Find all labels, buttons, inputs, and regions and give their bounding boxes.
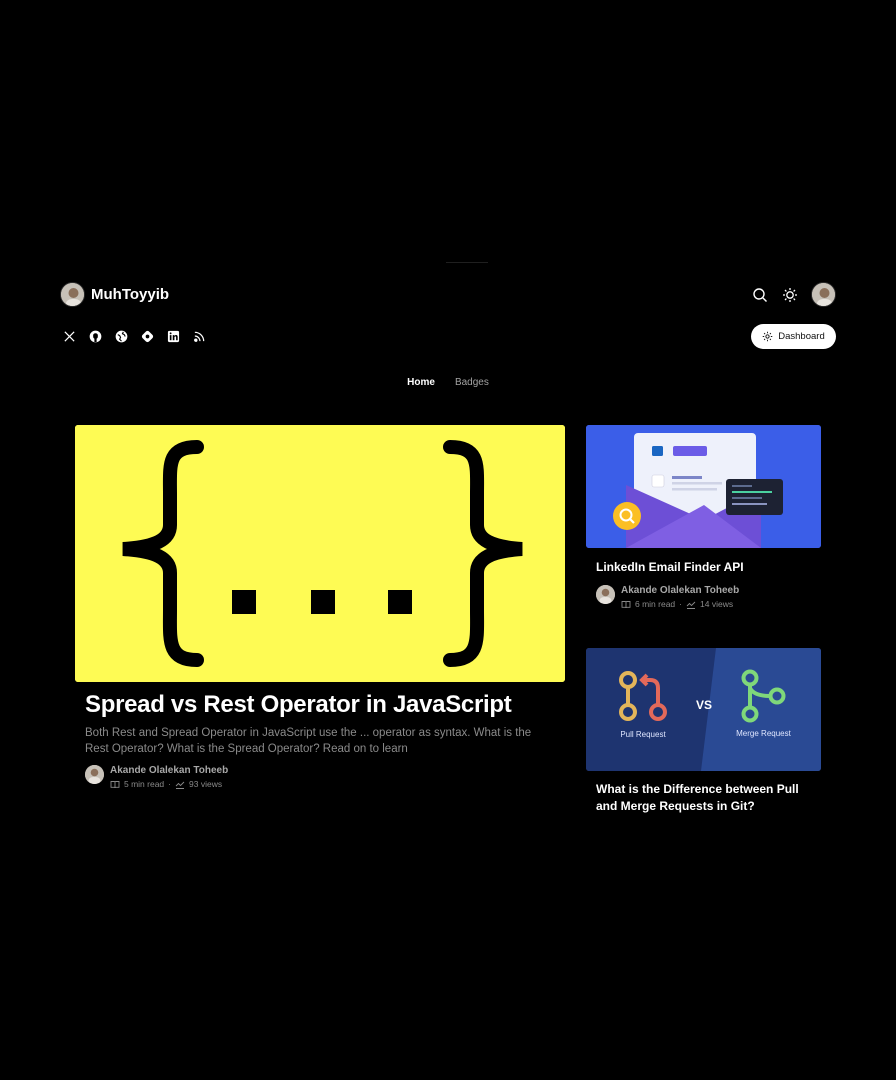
- search-icon[interactable]: [751, 286, 769, 304]
- tab-badges[interactable]: Badges: [455, 377, 489, 388]
- brand[interactable]: MuhToyyib: [60, 282, 169, 307]
- views-icon: [175, 781, 185, 789]
- main-nav: Home Badges: [0, 377, 896, 388]
- dashboard-label: Dashboard: [778, 331, 825, 342]
- top-divider: [446, 262, 488, 263]
- post-title[interactable]: What is the Difference between Pull and …: [596, 781, 806, 815]
- globe-icon[interactable]: [114, 329, 128, 343]
- vs-label: VS: [695, 698, 712, 712]
- dashboard-button[interactable]: Dashboard: [751, 324, 836, 349]
- header-actions: [751, 282, 836, 307]
- x-icon[interactable]: [62, 329, 76, 343]
- rss-icon[interactable]: [192, 329, 206, 343]
- social-links: [62, 329, 206, 343]
- author-name[interactable]: Akande Olalekan Toheeb: [110, 765, 228, 776]
- user-avatar[interactable]: [811, 282, 836, 307]
- hashnode-icon[interactable]: [140, 329, 154, 343]
- post-meta: Akande Olalekan Toheeb 6 min read · 14 v…: [596, 585, 739, 609]
- post-stats: 6 min read · 14 views: [621, 599, 739, 609]
- sun-icon[interactable]: [781, 286, 799, 304]
- post-stats: 5 min read · 93 views: [110, 779, 228, 789]
- post-cover-image[interactable]: [586, 425, 821, 548]
- author-name[interactable]: Akande Olalekan Toheeb: [621, 585, 739, 596]
- post-title[interactable]: LinkedIn Email Finder API: [596, 559, 806, 576]
- merge-request-label: Merge Request: [736, 729, 791, 738]
- linkedin-icon[interactable]: [166, 329, 180, 343]
- post-cover-image[interactable]: Pull Request VS Merge Request: [586, 648, 821, 771]
- featured-excerpt: Both Rest and Spread Operator in JavaScr…: [85, 727, 532, 755]
- author-avatar[interactable]: [85, 765, 104, 784]
- views-icon: [686, 601, 696, 609]
- views-count: 93 views: [189, 779, 223, 789]
- dot-separator: ·: [168, 779, 172, 789]
- featured-cover-image[interactable]: [75, 425, 565, 682]
- pull-request-label: Pull Request: [620, 730, 666, 739]
- featured-title[interactable]: Spread vs Rest Operator in JavaScript: [85, 691, 512, 719]
- blog-name: MuhToyyib: [91, 286, 170, 303]
- site-header: MuhToyyib: [60, 282, 836, 308]
- views-count: 14 views: [700, 599, 734, 609]
- book-icon: [110, 780, 120, 788]
- blog-avatar: [60, 282, 85, 307]
- github-icon[interactable]: [88, 329, 102, 343]
- dot-separator: ·: [679, 599, 683, 609]
- book-icon: [621, 600, 631, 608]
- read-time: 6 min read: [635, 599, 676, 609]
- tab-home[interactable]: Home: [407, 377, 435, 388]
- read-time: 5 min read: [124, 779, 165, 789]
- featured-meta: Akande Olalekan Toheeb 5 min read · 93 v…: [85, 765, 228, 789]
- author-avatar[interactable]: [596, 585, 615, 604]
